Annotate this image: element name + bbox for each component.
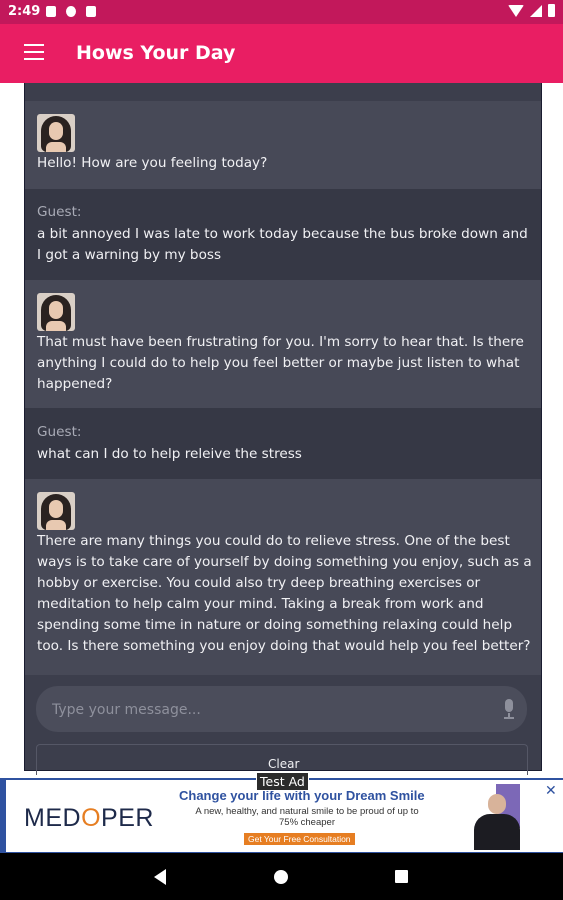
wifi-icon [508, 4, 524, 17]
ad-cta-button[interactable]: Get Your Free Consultation [244, 833, 355, 845]
ad-logo: MEDOPER [24, 804, 154, 832]
status-time: 2:49 [8, 4, 41, 19]
bot-message-text: That must have been frustrating for you.… [37, 334, 524, 392]
notification-icon [66, 6, 76, 17]
sender-label: Guest: [37, 204, 82, 220]
sender-label: Guest: [37, 424, 82, 440]
app-bar: Hows Your Day [0, 24, 563, 83]
chat-panel[interactable]: Hello! How are you feeling today? Guest:… [24, 83, 542, 771]
bot-message-text: There are many things you could do to re… [37, 533, 532, 654]
bot-message: Hello! How are you feeling today? [25, 101, 541, 189]
user-message: Guest: what can I do to help releive the… [25, 408, 541, 479]
ad-accent-bar [0, 780, 6, 852]
app-title: Hows Your Day [76, 42, 236, 64]
test-ad-label: Test Ad [256, 772, 309, 791]
ad-close-icon[interactable]: ✕ [545, 782, 557, 799]
home-icon[interactable] [274, 870, 288, 884]
bot-avatar [37, 492, 75, 530]
ad-subtext: A new, healthy, and natural smile to be … [195, 806, 419, 828]
notification-icon [46, 6, 56, 17]
clear-button[interactable]: Clear [268, 757, 299, 771]
bot-message: That must have been frustrating for you.… [25, 280, 541, 408]
recents-icon[interactable] [395, 870, 408, 883]
back-icon[interactable] [154, 869, 166, 885]
status-bar: 2:49 [0, 0, 563, 24]
message-composer [36, 686, 527, 734]
notification-icon [86, 6, 96, 17]
mic-icon[interactable] [502, 699, 516, 719]
user-message-text: what can I do to help releive the stress [37, 446, 302, 462]
bot-message: There are many things you could do to re… [25, 479, 541, 675]
bot-message-text: Hello! How are you feeling today? [37, 155, 268, 171]
status-icons [508, 4, 555, 17]
user-message: Guest: a bit annoyed I was late to work … [25, 189, 541, 280]
menu-icon[interactable] [24, 44, 44, 62]
navigation-bar [0, 853, 563, 900]
message-input[interactable] [50, 686, 484, 734]
battery-icon [548, 4, 555, 17]
bot-avatar [37, 114, 75, 152]
signal-icon [530, 4, 542, 17]
bot-avatar [37, 293, 75, 331]
user-message-text: a bit annoyed I was late to work today b… [37, 226, 528, 263]
ad-person-image [470, 784, 526, 850]
